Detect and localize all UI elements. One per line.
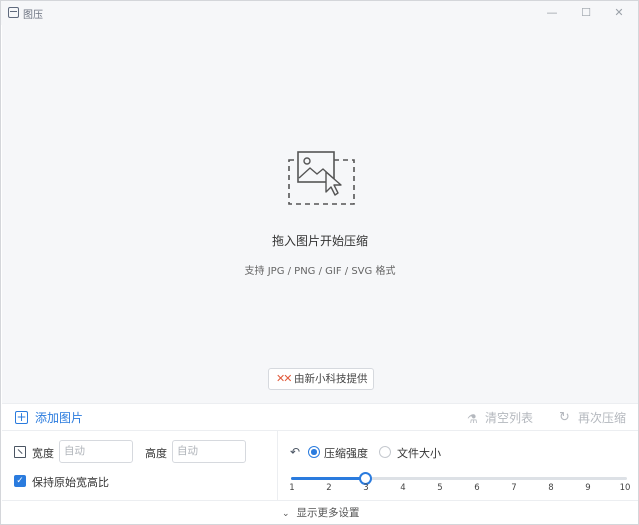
slider-tick-label: 8 bbox=[548, 483, 554, 493]
drop-title: 拖入图片开始压缩 bbox=[271, 234, 368, 248]
width-input[interactable]: 自动 bbox=[59, 440, 133, 463]
resize-icon bbox=[14, 446, 26, 458]
show-more-settings-button[interactable]: ⌄ 显示更多设置 bbox=[2, 500, 638, 524]
title-bar: 图压 — ☐ ✕ bbox=[1, 1, 638, 25]
recompress-label: 再次压缩 bbox=[578, 411, 627, 425]
slider-tick-label: 4 bbox=[400, 483, 406, 493]
height-label: 高度 bbox=[145, 447, 167, 460]
toolbar: + 添加图片 ⚗ 清空列表 ↻ 再次压缩 bbox=[2, 403, 638, 431]
clear-list-label: 清空列表 bbox=[485, 411, 534, 425]
app-icon bbox=[8, 7, 19, 18]
slider-tick-label: 3 bbox=[363, 483, 369, 493]
add-icon: + bbox=[15, 410, 28, 424]
flask-icon: ⚗ bbox=[467, 412, 478, 426]
recompress-button[interactable]: ↻ 再次压缩 bbox=[559, 409, 634, 427]
window-title: 图压 bbox=[23, 10, 43, 21]
add-image-label: 添加图片 bbox=[35, 411, 84, 425]
keep-ratio-label: 保持原始宽高比 bbox=[32, 476, 109, 489]
height-input[interactable]: 自动 bbox=[172, 440, 246, 463]
slider-tick-label: 1 bbox=[289, 483, 295, 493]
minimize-icon[interactable]: — bbox=[539, 3, 565, 23]
chevron-down-icon: ⌄ bbox=[282, 509, 290, 519]
divider bbox=[277, 431, 278, 500]
slider-fill bbox=[291, 477, 365, 480]
drop-zone[interactable]: 拖入图片开始压缩 支持 JPG / PNG / GIF / SVG 格式 ✕✕ … bbox=[2, 25, 638, 403]
mode-icon: ↶ bbox=[290, 445, 301, 459]
radio-strength[interactable] bbox=[308, 446, 320, 458]
provider-logo-icon: ✕✕ bbox=[276, 372, 293, 385]
slider-tick-label: 5 bbox=[437, 483, 443, 493]
slider-tick-label: 6 bbox=[474, 483, 480, 493]
width-label: 宽度 bbox=[32, 447, 54, 460]
slider-tick-label: 2 bbox=[326, 483, 332, 493]
slider-tick-label: 7 bbox=[511, 483, 517, 493]
settings-panel: 宽度 自动 高度 自动 ✓ 保持原始宽高比 ↶ 压缩强度 文件大小 1 2 3 4 5 6… bbox=[2, 431, 638, 500]
show-more-label: 显示更多设置 bbox=[296, 507, 360, 519]
refresh-icon: ↻ bbox=[559, 410, 570, 425]
maximize-icon[interactable]: ☐ bbox=[573, 3, 599, 23]
radio-file-size-label: 文件大小 bbox=[397, 447, 441, 460]
radio-file-size[interactable] bbox=[379, 446, 391, 458]
app-window: 图压 — ☐ ✕ 拖入图片开始压缩 支持 JPG / PNG / GIF / S… bbox=[0, 0, 639, 525]
provider-label: 由新小科技提供 bbox=[294, 373, 368, 385]
radio-strength-label: 压缩强度 bbox=[324, 447, 368, 460]
close-icon[interactable]: ✕ bbox=[606, 3, 632, 23]
strength-slider[interactable] bbox=[291, 472, 627, 486]
drop-subtitle: 支持 JPG / PNG / GIF / SVG 格式 bbox=[244, 266, 396, 277]
keep-ratio-checkbox[interactable]: ✓ bbox=[14, 475, 26, 487]
provider-badge[interactable]: ✕✕ 由新小科技提供 bbox=[268, 368, 374, 390]
clear-list-button[interactable]: ⚗ 清空列表 bbox=[467, 409, 547, 427]
slider-tick-label: 9 bbox=[585, 483, 591, 493]
image-drop-icon bbox=[288, 151, 355, 205]
slider-tick-label: 10 bbox=[619, 483, 631, 493]
